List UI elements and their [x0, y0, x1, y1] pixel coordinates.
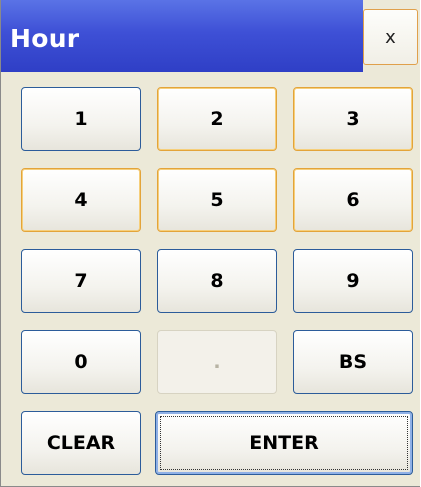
- key-9[interactable]: 9: [293, 249, 413, 313]
- key-1[interactable]: 1: [21, 87, 141, 151]
- title-bar: Hour: [1, 0, 363, 72]
- keypad-dialog: Hour x 1 2 3 4 5 6 7 8 9 0 . BS CLEAR EN…: [0, 0, 420, 487]
- key-0[interactable]: 0: [21, 330, 141, 394]
- key-7[interactable]: 7: [21, 249, 141, 313]
- key-6[interactable]: 6: [293, 168, 413, 232]
- clear-button[interactable]: CLEAR: [21, 411, 141, 475]
- key-2[interactable]: 2: [157, 87, 277, 151]
- key-5[interactable]: 5: [157, 168, 277, 232]
- enter-button[interactable]: ENTER: [155, 411, 413, 475]
- key-8[interactable]: 8: [157, 249, 277, 313]
- backspace-key[interactable]: BS: [293, 330, 413, 394]
- dialog-title: Hour: [10, 24, 80, 53]
- key-4[interactable]: 4: [21, 168, 141, 232]
- close-icon: x: [385, 26, 396, 48]
- close-button[interactable]: x: [363, 9, 418, 65]
- decimal-key[interactable]: .: [157, 330, 277, 394]
- key-3[interactable]: 3: [293, 87, 413, 151]
